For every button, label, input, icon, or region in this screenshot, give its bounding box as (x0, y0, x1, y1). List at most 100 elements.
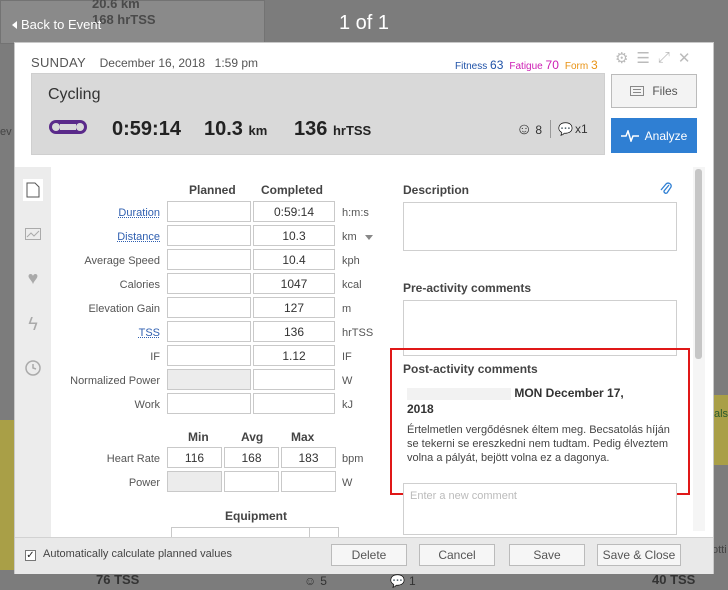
tab-summary[interactable] (23, 179, 43, 201)
if-unit: IF (342, 351, 352, 363)
bg-edge-text: ev (0, 126, 12, 138)
comments-icon: 💬 (390, 574, 405, 588)
np-completed-input[interactable] (253, 369, 335, 390)
bike-icon (49, 120, 87, 134)
menu-icon[interactable]: ☰ (636, 49, 649, 67)
np-label: Normalized Power (70, 375, 160, 387)
scrollbar-thumb[interactable] (695, 169, 702, 359)
gear-icon[interactable]: ⚙ (615, 49, 628, 67)
bg-comments: 💬 1 (390, 574, 416, 588)
workout-summary: Cycling 0:59:14 10.3 km 136 hrTSS ☺ 8 💬 x1 (31, 73, 605, 155)
modal-topbar: Back to Event 1 of 1 (0, 0, 728, 44)
form-metric: Form 3 (564, 58, 598, 72)
avg-speed-label: Average Speed (84, 255, 160, 267)
elevation-label: Elevation Gain (88, 303, 160, 315)
post-activity-label: Post-activity comments (403, 362, 538, 376)
auto-calc-checkbox[interactable]: ✓ (25, 550, 36, 561)
comment-header: MON December 17, 2018 (407, 386, 624, 416)
if-planned-input[interactable] (167, 345, 251, 366)
tss-completed-input[interactable]: 136 (253, 321, 335, 342)
feel-indicator: ☺ 8 (516, 121, 543, 138)
calories-planned-input[interactable] (167, 273, 251, 294)
power-unit: W (342, 477, 353, 489)
bg-feel: ☺ 5 (304, 574, 327, 588)
auto-calc-label: Automatically calculate planned values (43, 548, 232, 560)
cancel-button[interactable]: Cancel (419, 544, 495, 566)
distance-planned-input[interactable] (167, 225, 251, 246)
side-tab-bar: ♥ ϟ (15, 167, 51, 567)
smiley-icon: ☺ (304, 574, 317, 588)
hr-min-input[interactable]: 116 (167, 447, 222, 468)
pulse-icon (620, 129, 639, 142)
distance-unit-select[interactable]: km (342, 231, 373, 243)
bg-tss-bottom-right: 40 TSS (652, 572, 696, 587)
workout-modal: SUNDAY December 16, 2018 1:59 pm Fitness… (14, 42, 714, 574)
document-icon (26, 182, 40, 198)
save-button[interactable]: Save (509, 544, 585, 566)
bg-edge-text: als (714, 408, 728, 420)
power-avg-input[interactable] (224, 471, 279, 492)
distance-label[interactable]: Distance (20, 231, 160, 243)
hr-max-input[interactable]: 183 (281, 447, 336, 468)
tss-label[interactable]: TSS (20, 327, 160, 339)
power-max-input[interactable] (281, 471, 336, 492)
files-icon (630, 86, 645, 96)
files-button[interactable]: Files (611, 74, 697, 108)
tss-planned-input[interactable] (167, 321, 251, 342)
day-label: SUNDAY (31, 55, 87, 70)
distance-completed-input[interactable]: 10.3 (253, 225, 335, 246)
expand-icon[interactable]: ⤢ (658, 49, 670, 67)
description-label: Description (403, 183, 470, 197)
work-completed-input[interactable] (253, 393, 335, 414)
comments-icon: 💬 (558, 122, 573, 136)
np-planned-input (167, 369, 251, 390)
time-label: 1:59 pm (214, 56, 259, 70)
close-icon[interactable]: ✕ (678, 49, 691, 67)
save-close-button[interactable]: Save & Close (597, 544, 681, 566)
work-planned-input[interactable] (167, 393, 251, 414)
pager: 1 of 1 (338, 12, 390, 34)
planned-header: Planned (189, 183, 236, 197)
chevron-down-icon (364, 234, 373, 240)
header-icons: ⚙ ☰ ⤢ ✕ (615, 49, 691, 67)
avg-header: Avg (241, 430, 264, 444)
duration-completed-input[interactable]: 0:59:14 (253, 201, 335, 222)
calories-unit: kcal (342, 279, 362, 291)
divider (550, 120, 551, 138)
analyze-button[interactable]: Analyze (611, 118, 697, 153)
elevation-planned-input[interactable] (167, 297, 251, 318)
avg-speed-unit: kph (342, 255, 360, 267)
hr-avg-input[interactable]: 168 (224, 447, 279, 468)
equipment-header: Equipment (225, 509, 287, 523)
bg-event-strip (714, 395, 728, 465)
duration-stat: 0:59:14 (112, 118, 181, 140)
fitness-metrics: Fitness 63 Fatigue 70 Form 3 (455, 58, 598, 72)
calories-completed-input[interactable]: 1047 (253, 273, 335, 294)
work-unit: kJ (342, 399, 353, 411)
new-comment-input[interactable]: Enter a new comment (403, 483, 677, 535)
elevation-completed-input[interactable]: 127 (253, 297, 335, 318)
if-completed-input[interactable]: 1.12 (253, 345, 335, 366)
smiley-icon: ☺ (516, 121, 533, 138)
duration-label[interactable]: Duration (20, 207, 160, 219)
power-min-input (167, 471, 222, 492)
delete-button[interactable]: Delete (331, 544, 407, 566)
fitness-metric: Fitness 63 (455, 58, 504, 72)
description-textarea[interactable] (403, 202, 677, 251)
elevation-unit: m (342, 303, 352, 315)
bg-edge-text: otti (712, 544, 727, 556)
sport-title: Cycling (48, 86, 101, 103)
distance-stat: 10.3 km (204, 118, 268, 140)
min-header: Min (188, 430, 209, 444)
redacted-name (407, 387, 511, 400)
workout-date-row: SUNDAY December 16, 2018 1:59 pm (31, 55, 258, 70)
bg-tss-bottom: 76 TSS (96, 572, 140, 587)
comment-text: Értelmetlen vergődésnek éltem meg. Becsa… (407, 424, 670, 464)
calories-label: Calories (119, 279, 160, 291)
avg-speed-planned-input[interactable] (167, 249, 251, 270)
completed-header: Completed (261, 183, 324, 197)
duration-planned-input[interactable] (167, 201, 251, 222)
avg-speed-completed-input[interactable]: 10.4 (253, 249, 335, 270)
max-header: Max (291, 430, 315, 444)
paperclip-icon[interactable] (659, 181, 673, 197)
